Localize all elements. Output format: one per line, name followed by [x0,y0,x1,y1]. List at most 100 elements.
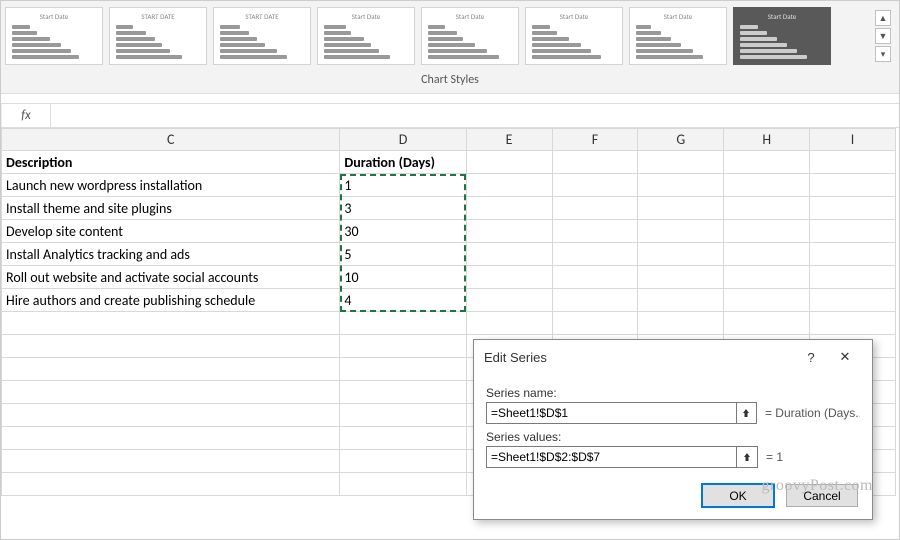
collapse-range-button[interactable] [736,446,758,468]
cell[interactable]: 10 [340,266,466,289]
cell[interactable] [340,381,466,404]
cell[interactable] [466,151,552,174]
column-header-H[interactable]: H [724,129,810,151]
cell[interactable] [340,450,466,473]
formula-bar: fx [1,104,899,128]
cell[interactable] [466,243,552,266]
column-header-F[interactable]: F [552,129,638,151]
cell[interactable] [638,289,724,312]
cell[interactable] [466,312,552,335]
help-button[interactable]: ? [794,346,828,368]
cell[interactable] [552,197,638,220]
cell[interactable] [340,358,466,381]
cell[interactable] [552,266,638,289]
cell[interactable] [2,358,340,381]
cell[interactable]: Hire authors and create publishing sched… [2,289,340,312]
cancel-button[interactable]: Cancel [786,484,858,507]
cell[interactable] [340,404,466,427]
scroll-more-button[interactable]: ▾ [875,46,891,62]
scroll-down-button[interactable]: ▼ [875,28,891,44]
cell[interactable] [340,312,466,335]
cell[interactable] [466,174,552,197]
cell[interactable] [724,289,810,312]
cell[interactable] [724,220,810,243]
cell[interactable] [466,197,552,220]
cell[interactable]: 4 [340,289,466,312]
cell[interactable] [724,243,810,266]
cell[interactable] [2,450,340,473]
column-header-C[interactable]: C [2,129,340,151]
chart-style-thumb-6[interactable]: Start Date [629,7,727,65]
fx-icon[interactable]: fx [1,104,51,127]
cell[interactable] [810,197,896,220]
cell[interactable] [810,312,896,335]
cell[interactable] [552,220,638,243]
cell[interactable] [638,151,724,174]
cell[interactable] [638,220,724,243]
cell[interactable]: Install theme and site plugins [2,197,340,220]
cell[interactable] [2,381,340,404]
cell[interactable] [466,220,552,243]
cell[interactable] [552,243,638,266]
formula-input[interactable] [51,104,899,127]
chart-style-thumb-4[interactable]: Start Date [421,7,519,65]
cell[interactable]: 1 [340,174,466,197]
series-name-input[interactable] [486,402,736,424]
cell[interactable] [724,174,810,197]
dialog-titlebar[interactable]: Edit Series ? ✕ [474,340,872,374]
column-header-D[interactable]: D [340,129,466,151]
cell[interactable] [552,289,638,312]
cell[interactable] [638,266,724,289]
cell[interactable] [340,335,466,358]
chart-style-thumb-1[interactable]: START DATE [109,7,207,65]
cell[interactable]: Launch new wordpress installation [2,174,340,197]
cell[interactable] [810,266,896,289]
chart-style-thumb-3[interactable]: Start Date [317,7,415,65]
chart-style-thumb-5[interactable]: Start Date [525,7,623,65]
chart-style-thumb-0[interactable]: Start Date [5,7,103,65]
series-values-input[interactable] [486,446,736,468]
cell[interactable]: Roll out website and activate social acc… [2,266,340,289]
cell[interactable]: Develop site content [2,220,340,243]
cell[interactable] [552,174,638,197]
cell[interactable] [466,266,552,289]
cell[interactable] [810,243,896,266]
cell[interactable] [638,312,724,335]
cell[interactable] [810,289,896,312]
cell[interactable] [2,404,340,427]
cell[interactable] [724,151,810,174]
cell[interactable] [638,174,724,197]
cell[interactable]: 3 [340,197,466,220]
cell[interactable] [340,427,466,450]
cell[interactable] [2,335,340,358]
cell[interactable] [2,312,340,335]
cell[interactable]: Duration (Days) [340,151,466,174]
cell[interactable] [810,174,896,197]
chart-style-thumb-7[interactable]: Start Date [733,7,831,65]
cell[interactable]: Description [2,151,340,174]
chart-style-thumb-2[interactable]: START DATE [213,7,311,65]
column-header-I[interactable]: I [810,129,896,151]
cell[interactable]: 30 [340,220,466,243]
cell[interactable]: Install Analytics tracking and ads [2,243,340,266]
cell[interactable] [724,266,810,289]
cell[interactable] [810,151,896,174]
cell[interactable] [724,197,810,220]
cell[interactable] [2,473,340,496]
cell[interactable] [2,427,340,450]
cell[interactable] [638,197,724,220]
cell[interactable] [552,312,638,335]
collapse-range-button[interactable] [736,402,757,424]
column-header-G[interactable]: G [638,129,724,151]
cell[interactable]: 5 [340,243,466,266]
cell[interactable] [552,151,638,174]
cell[interactable] [724,312,810,335]
ok-button[interactable]: OK [702,484,774,507]
cell[interactable] [810,220,896,243]
cell[interactable] [340,473,466,496]
column-header-E[interactable]: E [466,129,552,151]
scroll-up-button[interactable]: ▲ [875,10,891,26]
cell[interactable] [638,243,724,266]
cell[interactable] [466,289,552,312]
close-button[interactable]: ✕ [828,346,862,368]
